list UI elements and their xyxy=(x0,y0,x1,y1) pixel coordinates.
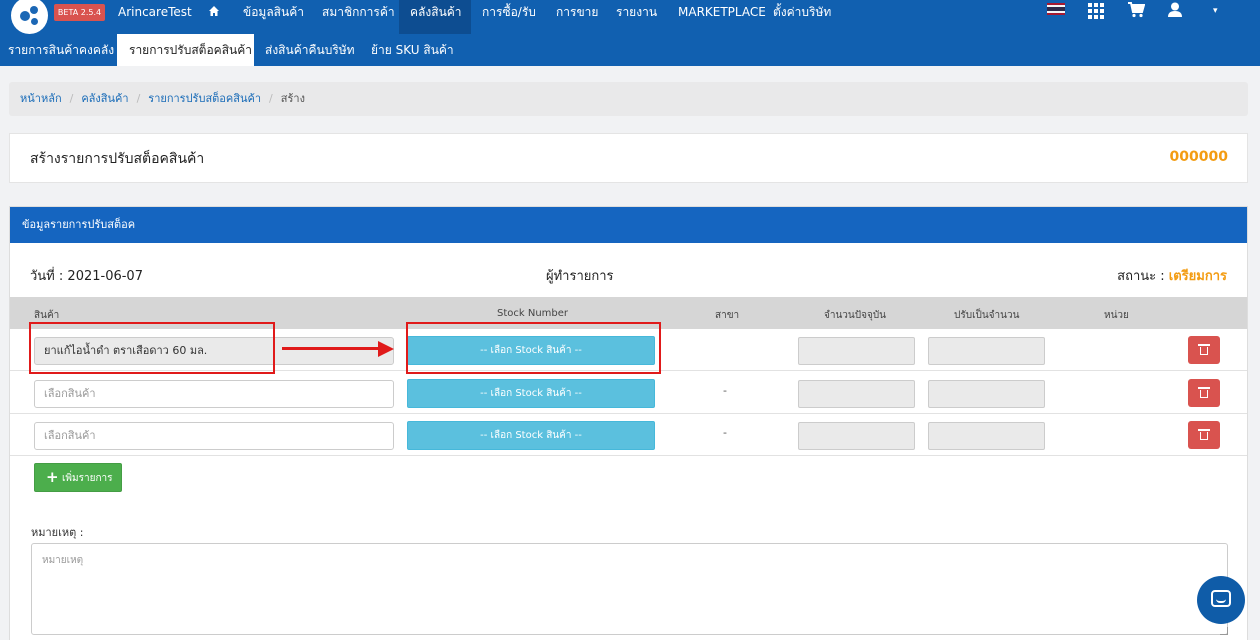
breadcrumb-home[interactable]: หน้าหลัก xyxy=(20,92,62,105)
branch-value: - xyxy=(723,384,727,397)
table-row: เลือกสินค้า -- เลือก Stock สินค้า -- - xyxy=(10,372,1247,414)
page-title-card: สร้างรายการปรับสต็อคสินค้า 000000 xyxy=(9,133,1248,183)
trash-icon xyxy=(1198,429,1210,440)
panel-heading: ข้อมูลรายการปรับสต็อค xyxy=(10,207,1247,243)
nav-trade-members[interactable]: สมาชิกการค้า xyxy=(322,0,395,34)
subnav-stock-adjustment[interactable]: รายการปรับสต็อคสินค้า xyxy=(117,34,254,66)
breadcrumb-separator: / xyxy=(69,92,74,105)
nav-reports[interactable]: รายงาน xyxy=(616,0,657,34)
remark-label: หมายเหตุ : xyxy=(31,526,84,539)
user-menu-caret-icon[interactable]: ▾ xyxy=(1213,1,1218,21)
nav-company-settings[interactable]: ตั้งค่าบริษัท xyxy=(773,0,831,34)
warehouse-subnav: รายการสินค้าคงคลัง รายการปรับสต็อคสินค้า… xyxy=(0,34,1260,66)
delete-row-button[interactable] xyxy=(1188,336,1220,364)
breadcrumb-adjust-list[interactable]: รายการปรับสต็อคสินค้า xyxy=(148,92,261,105)
status-value: เตรียมการ xyxy=(1168,269,1227,284)
subnav-inventory-list[interactable]: รายการสินค้าคงคลัง xyxy=(8,34,114,66)
adjust-qty-field[interactable] xyxy=(928,337,1045,365)
trash-icon xyxy=(1198,387,1210,398)
subnav-move-sku[interactable]: ย้าย SKU สินค้า xyxy=(371,34,454,66)
delete-row-button[interactable] xyxy=(1188,421,1220,449)
col-stock-number: Stock Number xyxy=(497,308,569,319)
annotation-box-product xyxy=(29,322,275,374)
top-navbar: BETA 2.5.4 ArincareTest ข้อมูลสินค้า สมา… xyxy=(0,0,1260,34)
subnav-return-to-company[interactable]: ส่งสินค้าคืนบริษัท xyxy=(265,34,355,66)
status-info: สถานะ : เตรียมการ xyxy=(1117,265,1227,286)
adjust-qty-field[interactable] xyxy=(928,422,1045,450)
table-row: เลือกสินค้า -- เลือก Stock สินค้า -- - xyxy=(10,414,1247,456)
nav-sales[interactable]: การขาย xyxy=(556,0,598,34)
date-info: วันที่ : 2021-06-07 xyxy=(30,265,143,286)
product-select[interactable]: เลือกสินค้า xyxy=(34,380,394,408)
add-item-label: เพิ่มรายการ xyxy=(62,473,113,484)
plus-icon: + xyxy=(46,468,59,486)
arincare-logo[interactable] xyxy=(11,0,48,34)
trash-icon xyxy=(1198,344,1210,355)
nav-marketplace[interactable]: MARKETPLACE xyxy=(678,0,766,34)
version-badge: BETA 2.5.4 xyxy=(54,4,105,21)
breadcrumb: หน้าหลัก / คลังสินค้า / รายการปรับสต็อคสินค้… xyxy=(9,82,1248,116)
nav-warehouse[interactable]: คลังสินค้า xyxy=(399,0,471,34)
current-qty-field xyxy=(798,380,915,408)
annotation-arrow xyxy=(282,347,380,350)
grid-icon[interactable] xyxy=(1088,1,1104,21)
branch-value: - xyxy=(723,426,727,439)
breadcrumb-separator: / xyxy=(136,92,141,105)
select-stock-button[interactable]: -- เลือก Stock สินค้า -- xyxy=(407,421,655,450)
current-qty-field xyxy=(798,337,915,365)
adjust-qty-field[interactable] xyxy=(928,380,1045,408)
col-current-qty: จำนวนปัจจุบัน xyxy=(824,310,887,321)
current-qty-field xyxy=(798,422,915,450)
select-stock-button[interactable]: -- เลือก Stock สินค้า -- xyxy=(407,379,655,408)
delete-row-button[interactable] xyxy=(1188,379,1220,407)
breadcrumb-current: สร้าง xyxy=(280,92,305,105)
breadcrumb-separator: / xyxy=(269,92,273,105)
home-icon[interactable] xyxy=(208,1,220,21)
document-code: 000000 xyxy=(1169,149,1228,165)
adjustment-panel: ข้อมูลรายการปรับสต็อค วันที่ : 2021-06-0… xyxy=(9,206,1248,640)
breadcrumb-warehouse[interactable]: คลังสินค้า xyxy=(81,92,128,105)
nav-product-info[interactable]: ข้อมูลสินค้า xyxy=(243,0,304,34)
annotation-box-stock xyxy=(406,322,661,374)
user-icon[interactable] xyxy=(1168,1,1182,21)
col-product: สินค้า xyxy=(34,310,60,321)
date-value: 2021-06-07 xyxy=(67,269,143,284)
nav-purchase[interactable]: การซื้อ/รับ xyxy=(482,0,536,34)
col-adjust-qty: ปรับเป็นจำนวน xyxy=(954,310,1020,321)
annotation-arrow-head xyxy=(378,341,394,357)
thai-flag-icon[interactable] xyxy=(1047,3,1065,15)
textarea-resize-handle[interactable] xyxy=(1220,627,1228,635)
cart-icon[interactable] xyxy=(1128,1,1146,21)
col-unit: หน่วย xyxy=(1104,310,1129,321)
product-select[interactable]: เลือกสินค้า xyxy=(34,422,394,450)
page-title: สร้างรายการปรับสต็อคสินค้า xyxy=(30,151,205,167)
remark-textarea[interactable]: หมายเหตุ xyxy=(31,543,1228,635)
date-label: วันที่ : xyxy=(30,269,64,284)
col-branch: สาขา xyxy=(715,310,740,321)
chat-icon[interactable] xyxy=(1197,576,1245,624)
creator-label: ผู้ทำรายการ xyxy=(546,269,614,284)
brand-link[interactable]: ArincareTest xyxy=(118,0,192,34)
status-label: สถานะ : xyxy=(1117,269,1165,284)
add-item-button[interactable]: + เพิ่มรายการ xyxy=(34,463,122,492)
